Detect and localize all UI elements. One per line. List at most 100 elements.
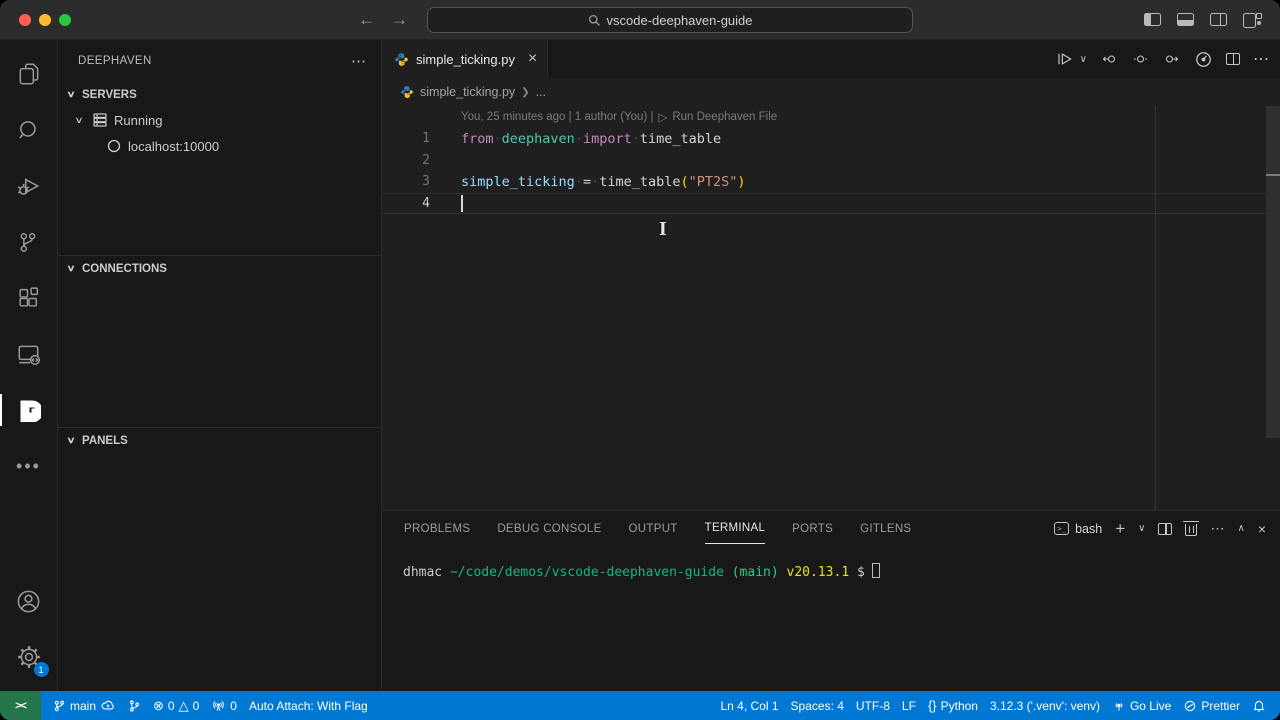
problems-item[interactable]: ⊗ 0 △ 0 bbox=[147, 698, 205, 714]
run-dropdown-icon[interactable]: ∨ bbox=[1080, 54, 1087, 65]
breadcrumb: simple_ticking.py ❯ ... bbox=[382, 78, 1280, 106]
settings-gear-icon[interactable]: 1 bbox=[0, 629, 58, 685]
run-debug-icon[interactable] bbox=[0, 158, 58, 214]
warning-icon: △ bbox=[179, 698, 189, 714]
blame-text: You, 25 minutes ago | 1 author (You) | bbox=[461, 111, 653, 123]
encoding-item[interactable]: UTF-8 bbox=[850, 699, 896, 713]
eol-item[interactable]: LF bbox=[896, 699, 922, 713]
sync-cloud-icon bbox=[100, 699, 116, 713]
braces-icon: {} bbox=[928, 698, 937, 713]
section-servers[interactable]: ∨ SERVERS bbox=[58, 82, 381, 107]
tree-item-running[interactable]: ∨ Running bbox=[58, 107, 381, 133]
chevron-right-icon: ❯ bbox=[521, 87, 529, 98]
search-view-icon[interactable] bbox=[0, 102, 58, 158]
python-icon bbox=[394, 52, 409, 67]
notifications-bell-item[interactable] bbox=[1246, 698, 1272, 713]
deephaven-sidebar: DEEPHAVEN ⋯ ∨ SERVERS ∨ Running localhos… bbox=[58, 40, 382, 691]
toggle-secondary-sidebar-icon[interactable] bbox=[1210, 13, 1227, 26]
gitlens-blame-row: You, 25 minutes ago | 1 author (You) | ▷… bbox=[382, 106, 1280, 128]
tree-item-label: Running bbox=[114, 113, 162, 128]
auto-attach-item[interactable]: Auto Attach: With Flag bbox=[243, 699, 374, 713]
code-lines: 1from·deephaven·import·time_table 2 3simpl… bbox=[382, 128, 1280, 214]
tree-item-label: localhost:10000 bbox=[128, 139, 219, 154]
code-line[interactable]: 2 bbox=[382, 150, 1280, 172]
tab-output[interactable]: OUTPUT bbox=[629, 514, 678, 544]
go-live-item[interactable]: Go Live bbox=[1106, 699, 1177, 713]
chevron-down-icon: ∨ bbox=[61, 435, 81, 446]
terminal-instance-bash[interactable]: >_ bash bbox=[1054, 522, 1102, 536]
chevron-down-icon: ∨ bbox=[69, 115, 89, 126]
close-panel-icon[interactable]: × bbox=[1258, 521, 1266, 537]
code-editor[interactable]: You, 25 minutes ago | 1 author (You) | ▷… bbox=[382, 106, 1280, 510]
section-connections[interactable]: ∨ CONNECTIONS bbox=[58, 255, 381, 281]
code-line[interactable]: 4 bbox=[382, 193, 1280, 215]
command-center-search[interactable]: vscode-deephaven-guide bbox=[427, 7, 913, 33]
terminal-node-version: v20.13.1 bbox=[787, 565, 850, 580]
git-branch-item[interactable]: main bbox=[47, 699, 122, 713]
gitlens-graph-item[interactable] bbox=[122, 699, 147, 713]
cursor-position-item[interactable]: Ln 4, Col 1 bbox=[715, 699, 785, 713]
breadcrumb-file[interactable]: simple_ticking.py bbox=[420, 85, 515, 99]
run-codelens-icon[interactable]: ▷ bbox=[658, 110, 667, 124]
terminal-shell-label: bash bbox=[1075, 522, 1102, 536]
tab-terminal[interactable]: TERMINAL bbox=[705, 513, 766, 544]
remote-explorer-icon[interactable] bbox=[0, 326, 58, 382]
tab-problems[interactable]: PROBLEMS bbox=[404, 514, 470, 544]
editor-scrollbar[interactable] bbox=[1266, 106, 1280, 438]
git-graph-icon bbox=[128, 699, 141, 713]
gitlens-file-history-icon[interactable] bbox=[1194, 50, 1213, 69]
explorer-icon[interactable] bbox=[0, 46, 58, 102]
close-window-button[interactable] bbox=[19, 14, 31, 26]
toggle-primary-sidebar-icon[interactable] bbox=[1144, 13, 1161, 26]
deephaven-view-icon[interactable] bbox=[0, 382, 58, 438]
prettier-item[interactable]: Prettier bbox=[1177, 699, 1246, 713]
circle-outline-icon bbox=[106, 138, 122, 154]
section-panels[interactable]: ∨ PANELS bbox=[58, 427, 381, 453]
maximize-panel-icon[interactable]: ∧ bbox=[1237, 523, 1244, 534]
kill-terminal-icon[interactable] bbox=[1185, 524, 1197, 536]
more-actions-icon[interactable]: ⋯ bbox=[1253, 49, 1270, 69]
run-deephaven-file-icon[interactable] bbox=[1055, 50, 1075, 68]
sidebar-more-actions-icon[interactable]: ⋯ bbox=[351, 52, 367, 70]
bottom-panel: PROBLEMS DEBUG CONSOLE OUTPUT TERMINAL P… bbox=[382, 510, 1280, 691]
editor-caret bbox=[461, 195, 463, 212]
accounts-icon[interactable] bbox=[0, 573, 58, 629]
history-forward-icon[interactable]: → bbox=[391, 10, 408, 30]
extensions-icon[interactable] bbox=[0, 270, 58, 326]
split-terminal-icon[interactable] bbox=[1158, 523, 1172, 535]
code-line[interactable]: 3simple_ticking·=·time_table("PT2S") bbox=[382, 171, 1280, 193]
breadcrumb-more[interactable]: ... bbox=[536, 85, 546, 99]
tab-simple-ticking[interactable]: simple_ticking.py × bbox=[382, 40, 548, 78]
tab-debug-console[interactable]: DEBUG CONSOLE bbox=[497, 514, 601, 544]
source-control-icon[interactable] bbox=[0, 214, 58, 270]
line-number: 2 bbox=[382, 153, 430, 168]
language-mode-item[interactable]: {} Python bbox=[922, 698, 984, 713]
tab-ports[interactable]: PORTS bbox=[792, 514, 833, 544]
history-back-icon[interactable]: ← bbox=[358, 10, 375, 30]
split-editor-icon[interactable] bbox=[1226, 53, 1240, 65]
tab-label: simple_ticking.py bbox=[416, 52, 515, 67]
zoom-window-button[interactable] bbox=[59, 14, 71, 26]
forwarded-ports-item[interactable]: 0 bbox=[205, 699, 243, 713]
indentation-item[interactable]: Spaces: 4 bbox=[785, 699, 850, 713]
code-line[interactable]: 1from·deephaven·import·time_table bbox=[382, 128, 1280, 150]
previous-change-icon[interactable] bbox=[1100, 51, 1119, 67]
terminal-dropdown-icon[interactable]: ∨ bbox=[1138, 523, 1145, 534]
minimize-window-button[interactable] bbox=[39, 14, 51, 26]
customize-layout-icon[interactable] bbox=[1243, 13, 1262, 26]
traffic-lights bbox=[19, 14, 71, 26]
line-number: 1 bbox=[382, 131, 430, 146]
panel-more-actions-icon[interactable]: ⋯ bbox=[1210, 520, 1224, 537]
toggle-panel-icon[interactable] bbox=[1177, 13, 1194, 26]
terminal-output[interactable]: dhmac ~/code/demos/vscode-deephaven-guid… bbox=[382, 546, 1280, 691]
tree-item-localhost[interactable]: localhost:10000 bbox=[58, 133, 381, 159]
remote-indicator[interactable]: >< bbox=[0, 691, 41, 720]
new-terminal-icon[interactable]: + bbox=[1115, 519, 1125, 539]
open-changes-icon[interactable] bbox=[1132, 51, 1149, 67]
run-codelens-link[interactable]: Run Deephaven File bbox=[672, 111, 777, 123]
next-change-icon[interactable] bbox=[1162, 51, 1181, 67]
tab-close-icon[interactable]: × bbox=[528, 50, 537, 68]
additional-views-icon[interactable]: ••• bbox=[0, 438, 58, 494]
python-interpreter-item[interactable]: 3.12.3 ('.venv': venv) bbox=[984, 699, 1106, 713]
tab-gitlens[interactable]: GITLENS bbox=[860, 514, 911, 544]
